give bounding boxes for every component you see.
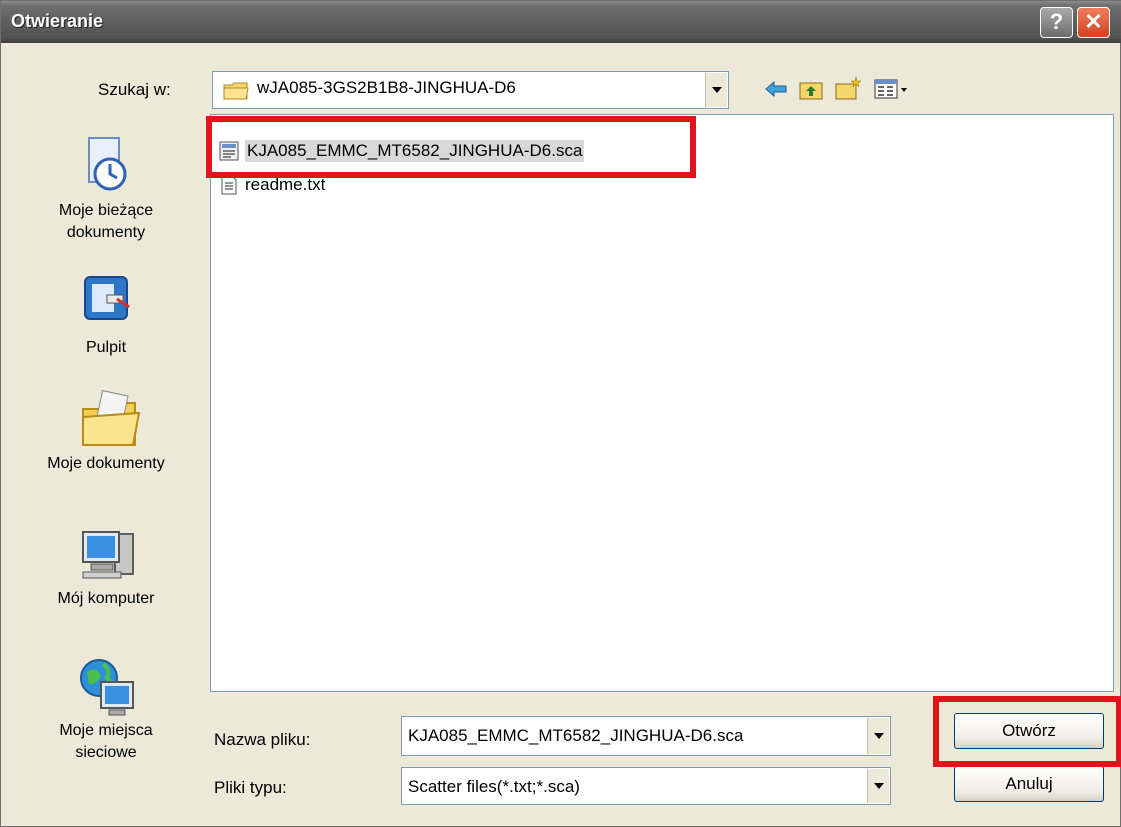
desktop-icon [77, 273, 135, 331]
open-dialog: Otwieranie ? ✕ Szukaj w: wJA085-3GS2B1B8… [0, 0, 1121, 827]
lookin-dropdown-arrow[interactable] [705, 73, 727, 107]
filetype-dropdown[interactable]: Scatter files(*.txt;*.sca) [401, 767, 891, 805]
back-arrow-icon[interactable] [764, 80, 788, 103]
help-button[interactable]: ? [1040, 7, 1073, 38]
place-network-label: Moje miejsca sieciowe [59, 722, 153, 761]
new-folder-icon[interactable] [834, 75, 864, 106]
filename-value: KJA085_EMMC_MT6582_JINGHUA-D6.sca [408, 726, 744, 745]
places-bar: Moje bieżące dokumenty Pulpit Moje dokum… [11, 96, 201, 806]
chevron-down-icon [873, 783, 884, 789]
my-computer-icon [77, 524, 135, 582]
filetype-dropdown-arrow[interactable] [867, 769, 889, 803]
place-network[interactable]: Moje miejsca sieciowe [11, 656, 201, 764]
filename-input[interactable]: KJA085_EMMC_MT6582_JINGHUA-D6.sca [401, 716, 891, 756]
place-my-computer-label: Mój komputer [57, 590, 155, 607]
text-file-icon [219, 175, 239, 195]
place-recent-documents-label: Moje bieżące dokumenty [58, 202, 154, 241]
file-list[interactable]: KJA085_EMMC_MT6582_JINGHUA-D6.sca readme… [210, 114, 1114, 692]
folder-icon [223, 81, 249, 106]
chevron-down-icon [711, 87, 722, 93]
filetype-value: Scatter files(*.txt;*.sca) [408, 777, 580, 796]
filetype-label: Pliki typu: [214, 778, 287, 797]
chevron-down-icon [873, 733, 884, 739]
place-my-documents[interactable]: Moje dokumenty [11, 389, 201, 475]
lookin-value: wJA085-3GS2B1B8-JINGHUA-D6 [257, 78, 516, 97]
title-bar[interactable]: Otwieranie ? ✕ [1, 1, 1121, 43]
place-my-documents-label: Moje dokumenty [47, 455, 165, 472]
open-button[interactable]: Otwórz [954, 713, 1104, 749]
file-item-readme[interactable]: readme.txt [219, 172, 325, 198]
place-desktop[interactable]: Pulpit [11, 273, 201, 359]
file-item-scatter[interactable]: KJA085_EMMC_MT6582_JINGHUA-D6.sca [219, 138, 585, 164]
dialog-title: Otwieranie [11, 11, 104, 31]
place-desktop-label: Pulpit [85, 339, 127, 356]
place-recent-documents[interactable]: Moje bieżące dokumenty [11, 136, 201, 244]
file-name: readme.txt [245, 175, 326, 194]
place-my-computer[interactable]: Mój komputer [11, 524, 201, 610]
filename-dropdown-arrow[interactable] [867, 718, 889, 754]
view-menu-icon[interactable] [874, 79, 908, 104]
my-documents-icon [77, 389, 141, 447]
close-button[interactable]: ✕ [1077, 7, 1110, 38]
filename-label: Nazwa pliku: [214, 730, 311, 749]
recent-documents-icon [77, 136, 135, 194]
file-name: KJA085_EMMC_MT6582_JINGHUA-D6.sca [245, 140, 585, 162]
cancel-button[interactable]: Anuluj [954, 766, 1104, 802]
lookin-dropdown[interactable]: wJA085-3GS2B1B8-JINGHUA-D6 [212, 71, 729, 109]
network-places-icon [77, 656, 135, 716]
scatter-file-icon [219, 141, 239, 161]
up-folder-icon[interactable] [798, 77, 824, 106]
